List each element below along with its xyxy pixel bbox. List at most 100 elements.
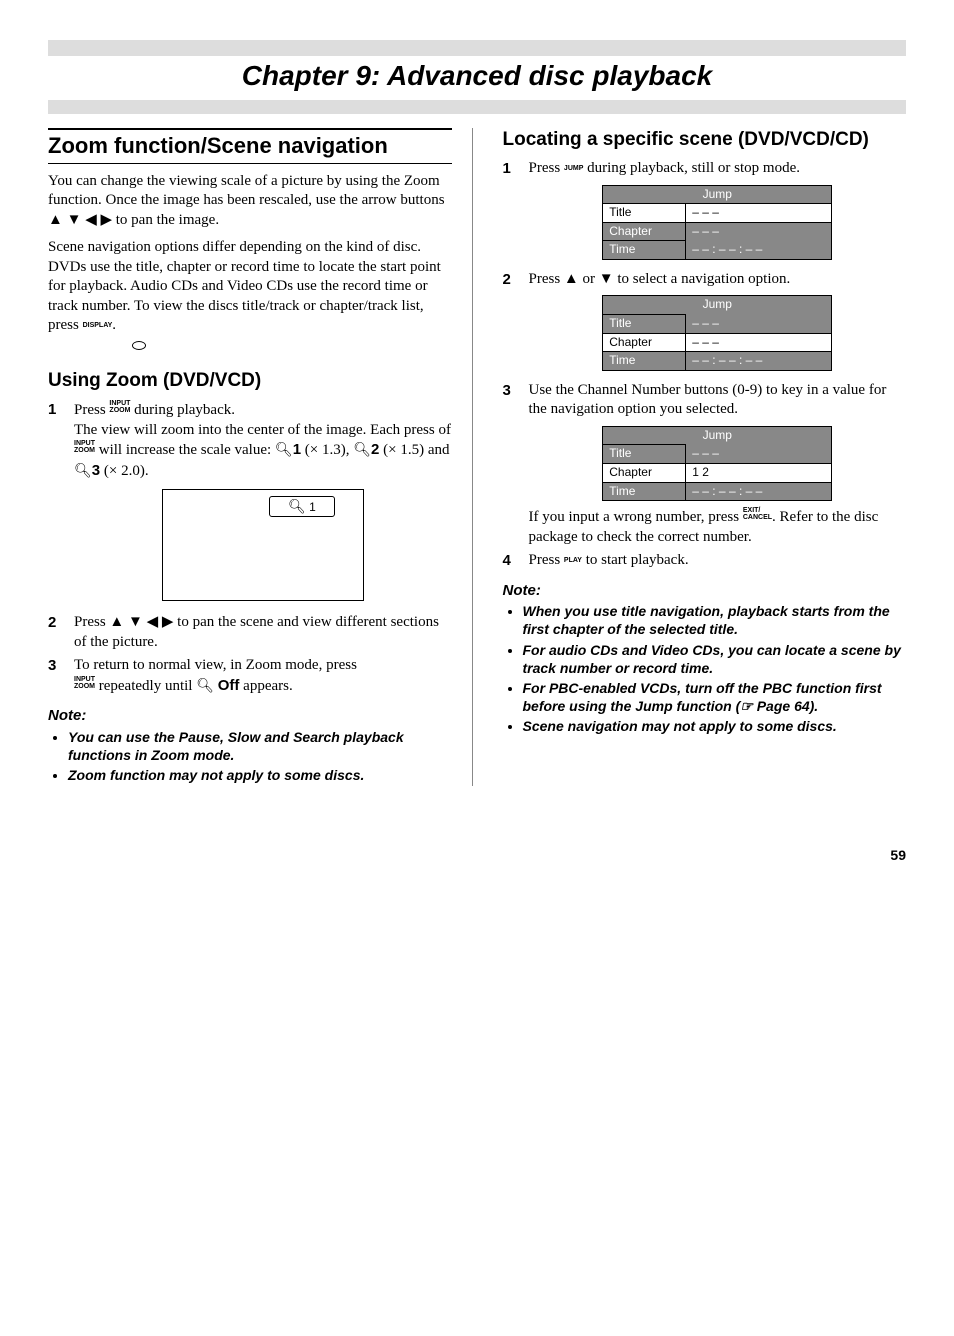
intro-1: You can change the viewing scale of a pi… [48,172,452,231]
subsection-1: Using Zoom (DVD/VCD) [48,369,452,394]
step-1: 1 Press INPUT ZOOM during playback. The … [48,400,452,609]
t1r1: Title [603,204,686,223]
jump-table-1: Jump Title– – – Chapter– – – Time– – : –… [602,185,832,260]
t2v2: – – – [686,333,832,352]
mag-icon-2: 🔍︎ [353,441,371,457]
note-l2: Zoom function may not apply to some disc… [68,766,452,784]
t3v3: – – : – – : – – [686,482,832,501]
left-col: Zoom function/Scene navigation You can c… [48,128,473,786]
chapter-title: Chapter 9: Advanced disc playback [48,58,906,94]
note-heading-l: Note: [48,706,452,726]
t1v1: – – – [686,204,832,223]
intro-2b: . [112,317,116,333]
mag-icon-off: 🔍︎ [196,677,214,693]
r-step-3: 3 Use the Channel Number buttons (0-9) t… [503,381,907,547]
r-step-1: 1 Press JUMP during playback, still or s… [503,159,907,266]
step-num-3: 3 [48,656,74,676]
step-body-2: Press ▲ ▼ ◀ ▶ to pan the scene and view … [74,613,452,652]
columns: Zoom function/Scene navigation You can c… [48,128,906,786]
bottom-bar [48,100,906,114]
notes-left: You can use the Pause, Slow and Search p… [48,728,452,785]
jh3: Jump [603,426,832,445]
jump-icon: JUMP [564,165,583,172]
rbody4: Press PLAY to start playback. [529,551,907,571]
note-r3: For PBC-enabled VCDs, turn off the PBC f… [523,679,907,715]
rbody2: Press ▲ or ▼ to select a navigation opti… [529,270,907,377]
mag-icon-1: 🔍︎ [275,441,293,457]
note-l1: You can use the Pause, Slow and Search p… [68,728,452,764]
sc4: (× 1.5) and [379,442,449,458]
r-step-2: 2 Press ▲ or ▼ to select a navigation op… [503,270,907,377]
step-body-1: Press INPUT ZOOM during playback. The vi… [74,400,452,609]
sc2: (× 1.3), [301,442,353,458]
rbody3: Use the Channel Number buttons (0-9) to … [529,381,907,547]
t3v2: 1 2 [686,464,832,483]
sc5: 3 [92,462,100,479]
jump-table-3: Jump Title– – – Chapter1 2 Time– – : – –… [602,426,832,501]
t2v3: – – : – – : – – [686,352,832,371]
r4a: Press [529,552,564,568]
s1d: will increase the scale value: [95,442,275,458]
note-r1: When you use title navigation, playback … [523,602,907,638]
mag-icon-box: 🔍︎ [288,498,306,514]
intro-2: Scene navigation options differ dependin… [48,238,452,355]
zoom-indicator: 🔍︎ 1 [269,496,335,517]
s3d: appears. [239,678,292,694]
exit-icon: EXIT/ CANCEL [743,507,772,521]
mag-icon-3: 🔍︎ [74,462,92,478]
zoom-icon: INPUT ZOOM [109,400,130,414]
note-heading-r: Note: [503,581,907,601]
t1r3: Time [603,241,686,260]
s1b: during playback. [130,402,235,418]
s3a: To return to normal view, in Zoom mode, … [74,657,357,673]
play-icon: PLAY [564,557,582,564]
rnum3: 3 [503,381,529,401]
t3r2: Chapter [603,464,686,483]
t3r3: Time [603,482,686,501]
r1txt: during playback, still or stop mode. [587,160,800,176]
rnum1: 1 [503,159,529,179]
right-col: Locating a specific scene (DVD/VCD/CD) 1… [503,128,907,786]
sc1: 1 [293,441,301,458]
zoom-preview-box: 🔍︎ 1 [162,489,364,601]
step-num-1: 1 [48,400,74,420]
r2txt: Press ▲ or ▼ to select a navigation opti… [529,271,791,287]
rnum2: 2 [503,270,529,290]
zoom-icon-3: INPUT ZOOM [74,676,95,690]
s1c: The view will zoom into the center of th… [74,422,451,438]
s3c: Off [218,677,240,694]
t2r1: Title [603,315,686,334]
jump-table-2: Jump Title– – – Chapter– – – Time– – : –… [602,295,832,370]
step-body-3: To return to normal view, in Zoom mode, … [74,656,452,696]
intro-2a: Scene navigation options differ dependin… [48,239,441,333]
t3r1: Title [603,445,686,464]
subsection-2: Locating a specific scene (DVD/VCD/CD) [503,128,907,153]
page-number: 59 [48,846,906,864]
s3b: repeatedly until [95,678,196,694]
top-bar [48,40,906,56]
t1r2: Chapter [603,222,686,241]
r-step-4: 4 Press PLAY to start playback. [503,551,907,571]
note-r4: Scene navigation may not apply to some d… [523,717,907,735]
r4b: to start playback. [582,552,689,568]
display-icon: DISPLAY [83,322,113,329]
r3txt: Use the Channel Number buttons (0-9) to … [529,382,887,418]
notes-right: When you use title navigation, playback … [503,602,907,735]
section-title: Zoom function/Scene navigation [48,128,452,164]
zoom-icon-2: INPUT ZOOM [74,440,95,454]
t2r3: Time [603,352,686,371]
wronga: If you input a wrong number, press [529,509,743,525]
t3v1: – – – [686,445,832,464]
step-num-2: 2 [48,613,74,633]
jh2: Jump [603,296,832,315]
t2r2: Chapter [603,333,686,352]
s1a: Press [74,402,109,418]
step-2: 2 Press ▲ ▼ ◀ ▶ to pan the scene and vie… [48,613,452,652]
step-3: 3 To return to normal view, in Zoom mode… [48,656,452,696]
button-oval-icon [132,341,146,350]
rnum4: 4 [503,551,529,571]
note-r2: For audio CDs and Video CDs, you can loc… [523,641,907,677]
zoom-box-label: 1 [309,500,316,514]
rbody1: Press JUMP during playback, still or sto… [529,159,907,266]
sc6: (× 2.0). [100,463,148,479]
